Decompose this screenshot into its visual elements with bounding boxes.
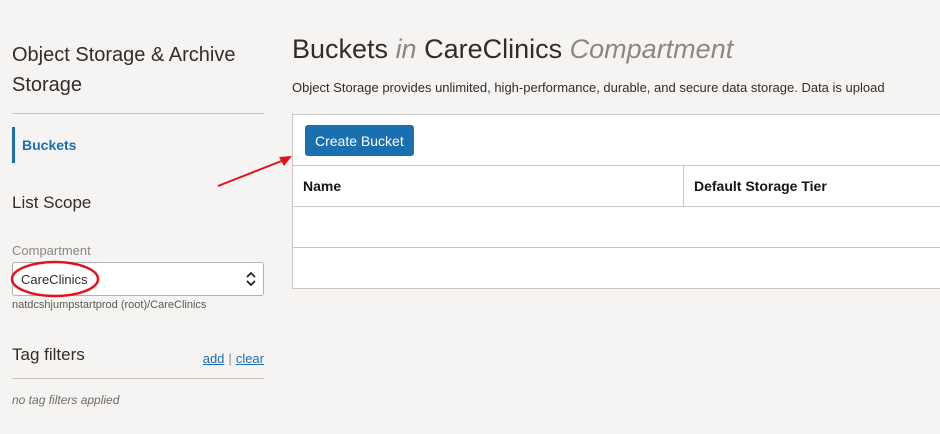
sidebar-title: Object Storage & Archive Storage xyxy=(12,44,236,96)
compartment-select[interactable]: CareClinics xyxy=(12,262,264,296)
tag-filters-title: Tag filters xyxy=(12,345,85,364)
divider xyxy=(12,113,264,114)
compartment-value: CareClinics xyxy=(21,271,88,287)
buckets-table-panel: Create Bucket Name Default Storage Tier xyxy=(292,114,940,289)
clear-tag-filters-link[interactable]: clear xyxy=(236,351,264,366)
sidebar-item-label: Buckets xyxy=(22,137,77,153)
list-scope-title: List Scope xyxy=(12,193,92,212)
page-title: Buckets in CareClinics Compartment xyxy=(292,34,733,65)
sidebar: Object Storage & Archive Storage Buckets… xyxy=(12,0,264,434)
compartment-label: Compartment xyxy=(12,243,91,258)
column-header-name[interactable]: Name xyxy=(303,166,341,206)
annotation-arrowhead xyxy=(279,156,292,166)
table-row xyxy=(293,207,940,248)
add-tag-filter-link[interactable]: add xyxy=(203,351,225,366)
create-bucket-button[interactable]: Create Bucket xyxy=(305,125,414,156)
separator: | xyxy=(228,351,232,366)
column-header-default-storage-tier[interactable]: Default Storage Tier xyxy=(683,166,940,206)
title-in: in xyxy=(395,34,417,64)
title-compartment: CareClinics xyxy=(424,34,563,64)
divider xyxy=(12,378,264,379)
sidebar-item-buckets[interactable]: Buckets xyxy=(12,127,264,163)
table-row xyxy=(293,248,940,289)
main-content: Buckets in CareClinics Compartment Objec… xyxy=(292,0,940,434)
title-main: Buckets xyxy=(292,34,389,64)
no-tag-filters-text: no tag filters applied xyxy=(12,393,120,407)
page-description: Object Storage provides unlimited, high-… xyxy=(292,80,885,95)
tag-filter-actions: add | clear xyxy=(203,351,264,366)
table-header: Name Default Storage Tier xyxy=(293,165,940,207)
title-suffix: Compartment xyxy=(569,34,734,64)
compartment-path: natdcshjumpstartprod (root)/CareClinics xyxy=(12,299,207,311)
chevron-up-down-icon xyxy=(246,271,256,287)
